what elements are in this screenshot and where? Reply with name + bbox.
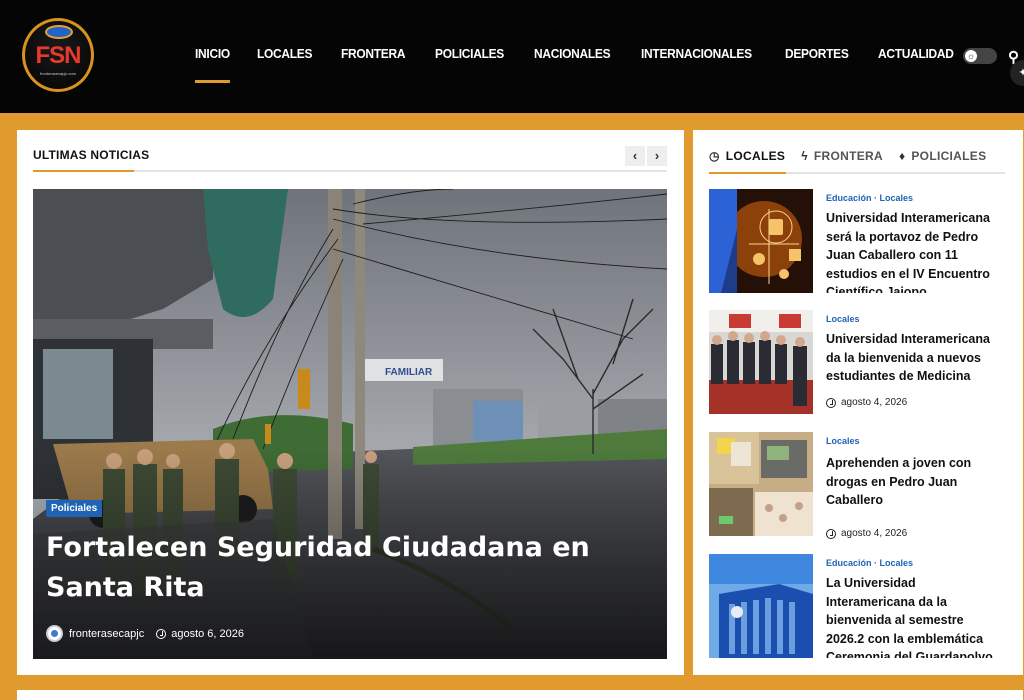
hero-article[interactable]: FAMILIAR Policiales Fortalecen Seguridad… xyxy=(33,189,667,659)
main-nav: INICIO LOCALES FRONTERA POLICIALES NACIO… xyxy=(195,46,985,83)
bolt-icon: ϟ xyxy=(801,149,808,163)
nav-item-deportes[interactable]: DEPORTES xyxy=(785,46,849,70)
tab-locales[interactable]: ◷ LOCALES xyxy=(709,149,785,163)
sun-icon: ☼ xyxy=(965,50,977,62)
nav-item-policiales[interactable]: POLICIALES xyxy=(435,46,504,70)
article-thumbnail[interactable] xyxy=(709,432,813,536)
nav-item-locales[interactable]: LOCALES xyxy=(257,46,312,70)
logo-subtext: fronterasecapjc.com xyxy=(39,71,76,76)
clock-icon xyxy=(826,397,836,408)
article-categories[interactable]: Locales xyxy=(826,436,860,446)
section-title: ULTIMAS NOTICIAS xyxy=(33,148,150,162)
logo-text: FSN xyxy=(35,42,82,69)
article-title[interactable]: Universidad Interamericana da la bienven… xyxy=(826,330,1004,386)
article-title[interactable]: Aprehenden a joven con drogas en Pedro J… xyxy=(826,454,1004,510)
list-item[interactable]: Locales Aprehenden a joven con drogas en… xyxy=(709,432,1009,542)
dark-mode-toggle[interactable]: ☼ xyxy=(963,48,997,64)
hero-meta: fronterasecapjc agosto 6, 2026 xyxy=(46,625,244,642)
author-name[interactable]: fronterasecapjc xyxy=(69,628,144,640)
clock-icon xyxy=(156,628,167,639)
article-title[interactable]: La Universidad Interamericana da la bien… xyxy=(826,574,1004,658)
prev-arrow-icon[interactable]: ‹ xyxy=(625,146,645,166)
nav-item-inicio[interactable]: INICIO xyxy=(195,46,230,83)
menu-icon[interactable]: ✦ xyxy=(1010,60,1024,86)
tabbed-news-panel: ◷ LOCALES ϟ FRONTERA ♦ POLICIALES Educación… xyxy=(693,130,1023,675)
tabs-divider-accent xyxy=(709,172,786,174)
nav-item-internacionales[interactable]: INTERNACIONALES xyxy=(641,46,752,70)
article-categories[interactable]: Locales xyxy=(826,314,860,324)
clock-icon xyxy=(826,528,836,539)
site-header: FSN fronterasecapjc.com INICIO LOCALES F… xyxy=(0,0,1024,113)
article-thumbnail[interactable] xyxy=(709,189,813,293)
list-item[interactable]: Educación · Locales Universidad Interame… xyxy=(709,189,1009,299)
hero-title[interactable]: Fortalecen Seguridad Ciudadana en Santa … xyxy=(46,528,656,608)
nav-item-actualidad[interactable]: ACTUALIDAD xyxy=(878,46,954,70)
article-title[interactable]: Universidad Interamericana será la porta… xyxy=(826,209,1004,293)
hero-sign-text: FAMILIAR xyxy=(385,367,433,378)
latest-news-panel: ULTIMAS NOTICIAS ‹ › FAMILIAR Policiales… xyxy=(17,130,684,675)
article-thumbnail[interactable] xyxy=(709,310,813,414)
tab-policiales[interactable]: ♦ POLICIALES xyxy=(899,149,986,163)
site-logo[interactable]: FSN fronterasecapjc.com xyxy=(22,18,94,92)
nav-item-frontera[interactable]: FRONTERA xyxy=(341,46,406,70)
author-avatar[interactable] xyxy=(46,625,63,642)
next-arrow-icon[interactable]: › xyxy=(647,146,667,166)
article-categories[interactable]: Educación · Locales xyxy=(826,558,913,568)
hero-date: agosto 6, 2026 xyxy=(171,627,245,640)
category-badge[interactable]: Policiales xyxy=(46,500,103,517)
article-date: agosto 4, 2026 xyxy=(826,528,907,539)
list-item[interactable]: Locales Universidad Interamericana da la… xyxy=(709,310,1009,420)
nav-item-nacionales[interactable]: NACIONALES xyxy=(534,46,611,70)
next-section-edge xyxy=(17,690,1023,700)
article-thumbnail[interactable] xyxy=(709,554,813,658)
article-date: agosto 4, 2026 xyxy=(826,397,907,408)
logo-globe-icon xyxy=(45,25,73,39)
article-categories[interactable]: Educación · Locales xyxy=(826,193,913,203)
clock-icon: ◷ xyxy=(709,149,720,163)
section-divider-accent xyxy=(33,170,134,172)
tab-frontera[interactable]: ϟ FRONTERA xyxy=(801,149,883,163)
list-item[interactable]: Educación · Locales La Universidad Inter… xyxy=(709,554,1009,660)
news-tabs: ◷ LOCALES ϟ FRONTERA ♦ POLICIALES xyxy=(709,149,1002,163)
flame-icon: ♦ xyxy=(898,149,906,163)
